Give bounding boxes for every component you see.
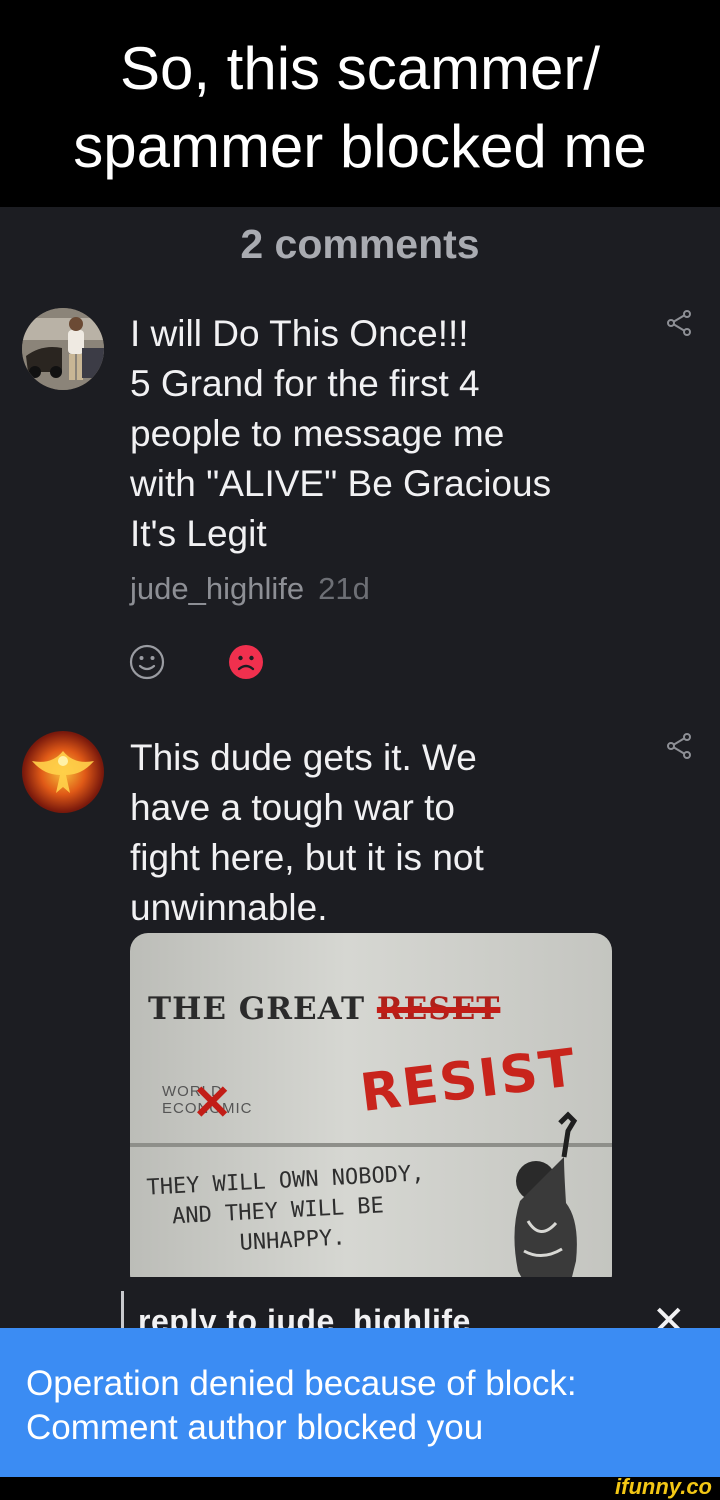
comment-1-line: I will Do This Once!!!: [130, 313, 469, 354]
reply-bar-indicator: [121, 1291, 124, 1333]
meme-caption: So, this scammer/ spammer blocked me: [0, 0, 720, 207]
share-icon[interactable]: [664, 731, 694, 761]
user-photo-avatar[interactable]: [22, 308, 104, 390]
comment-2-line: This dude gets it. We: [130, 737, 477, 778]
phoenix-avatar-image: [32, 751, 94, 793]
meme-heading-struck: RESET: [376, 991, 501, 1027]
wef-logo-crossed: WORLD ECONOMIC ✕: [152, 1061, 252, 1129]
caption-line-2: spammer blocked me: [73, 113, 647, 180]
comment-1-line: people to message me: [130, 413, 505, 454]
comment-1-text: I will Do This Once!!! 5 Grand for the f…: [130, 309, 630, 559]
toast-line-1: Operation denied because of block:: [26, 1364, 577, 1403]
toast-line-2: Comment author blocked you: [26, 1408, 484, 1447]
comment-2-line: fight here, but it is not: [130, 837, 484, 878]
user-photo-avatar-image: [22, 308, 104, 390]
child-figure-illustration: [514, 1111, 578, 1293]
sad-face-icon[interactable]: [228, 644, 264, 680]
comment-timestamp: 21d: [318, 571, 370, 606]
comment-1-meta: jude_highlife 21d: [130, 571, 370, 607]
caption-line-1: So, this scammer/: [119, 35, 601, 102]
comment-author-link[interactable]: jude_highlife: [130, 571, 304, 606]
comment-2-line: have a tough war to: [130, 787, 455, 828]
comment-2-text: This dude gets it. We have a tough war t…: [130, 733, 630, 933]
meme-heading: THE GREAT RESET: [148, 991, 500, 1027]
comment-image[interactable]: THE GREAT RESET WORLD ECONOMIC ✕ RESIST …: [130, 933, 612, 1293]
ifunny-watermark: ifunny.co: [615, 1474, 712, 1499]
comment-2-line: unwinnable.: [130, 887, 328, 928]
phoenix-avatar[interactable]: [22, 731, 104, 813]
cross-mark-icon: ✕: [192, 1077, 233, 1130]
comments-count-title: 2 comments: [240, 221, 480, 267]
neutral-face-icon[interactable]: [129, 644, 165, 680]
meme-heading-text: THE GREAT: [148, 991, 366, 1027]
block-error-toast: Operation denied because of block: Comme…: [0, 1328, 720, 1477]
share-icon[interactable]: [664, 308, 694, 338]
comment-1-line: with "ALIVE" Be Gracious: [130, 463, 552, 504]
meme-handwritten-text: THEY WILL OWN NOBODY, AND THEY WILL BE U…: [146, 1156, 480, 1263]
comment-1-line: It's Legit: [130, 513, 267, 554]
comments-screen: 2 comments I will Do This Once!!! 5 Gran…: [0, 207, 720, 1477]
comment-1-line: 5 Grand for the first 4: [130, 363, 480, 404]
